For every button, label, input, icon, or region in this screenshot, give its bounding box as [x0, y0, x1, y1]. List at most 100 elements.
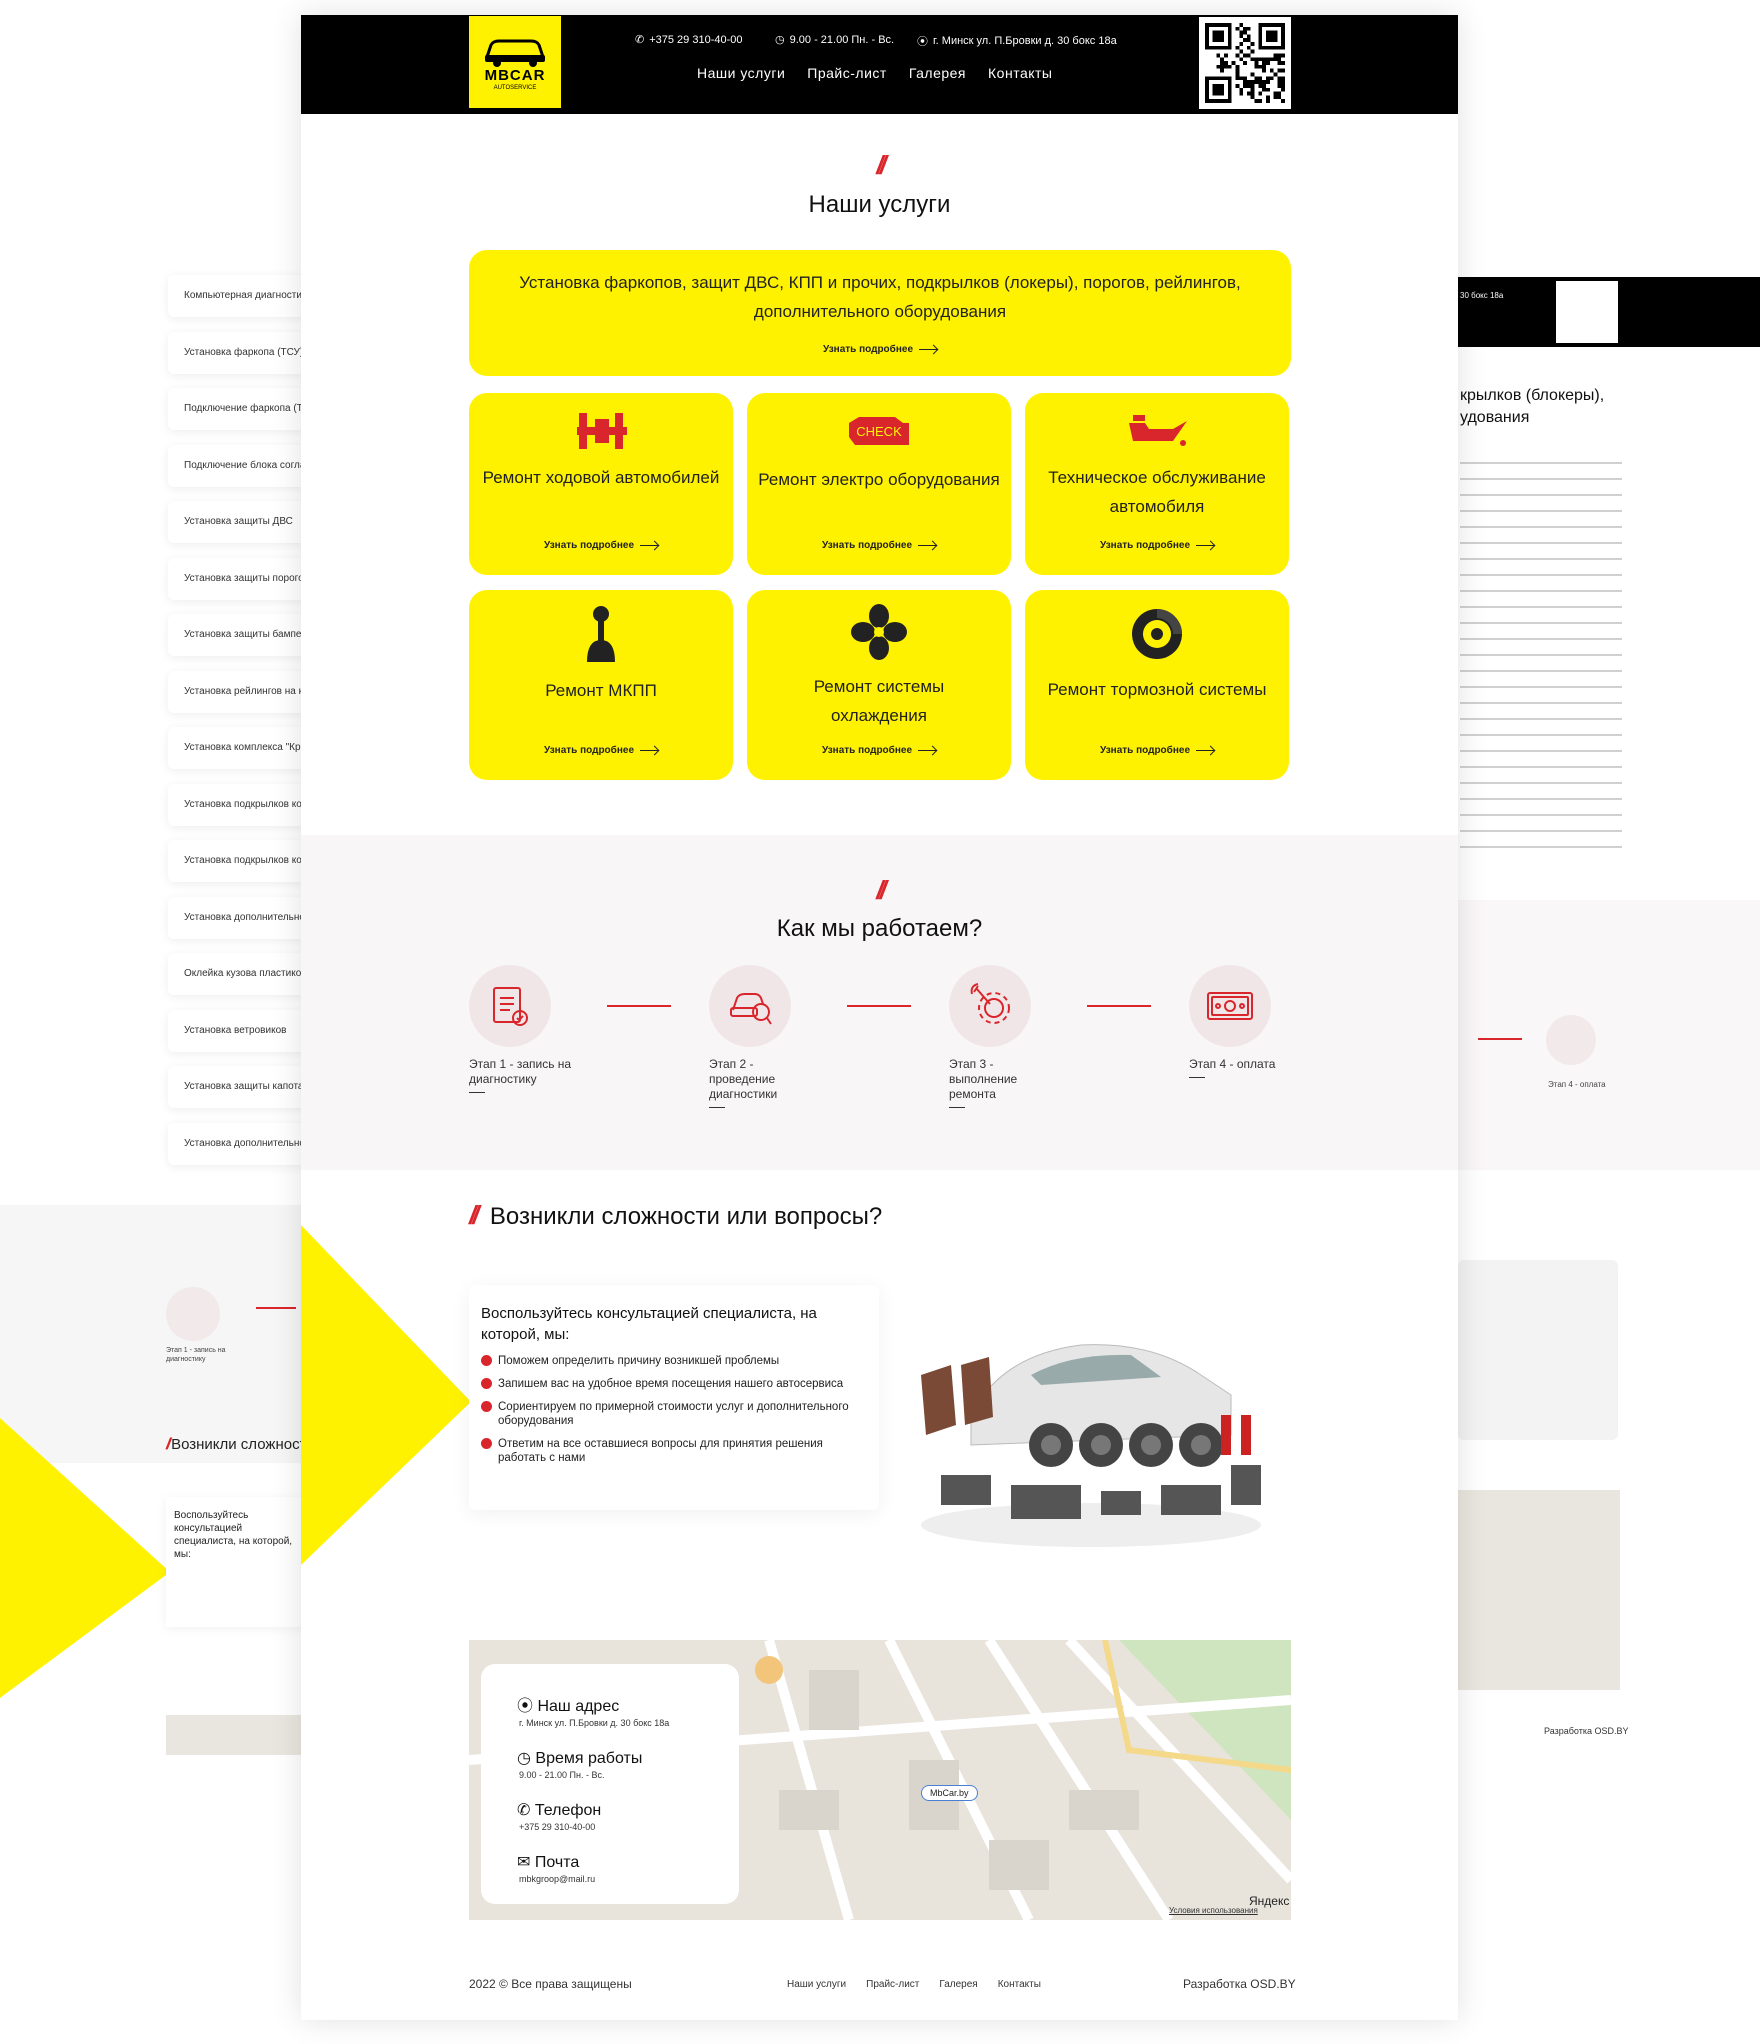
clock-icon: ◷: [517, 1750, 536, 1767]
left-mockup-service-item: Установка подкрылков колёс: [168, 840, 305, 882]
arrow-right-icon: [919, 348, 938, 351]
service-card-electric[interactable]: CHECK Ремонт электро оборудования Узнать…: [747, 393, 1011, 575]
step-underline: [469, 1092, 485, 1093]
process-title: Как мы работаем?: [776, 915, 983, 942]
contacts-map[interactable]: MbCar.by Яндекс Условия использования ⦿ …: [469, 1640, 1291, 1920]
qr-code-icon: [1205, 23, 1285, 103]
right-map: [1458, 1490, 1620, 1690]
service-more-link[interactable]: Узнать подробнее: [747, 745, 1011, 756]
questions-slash: //: [469, 1200, 480, 1230]
step-icon-circle: [709, 965, 791, 1047]
arrow-right-icon: [640, 749, 659, 752]
consult-item: Поможем определить причину возникшей про…: [481, 1354, 867, 1368]
address-heading: ⦿ Наш адрес: [517, 1698, 620, 1715]
process-slash: //: [876, 875, 887, 905]
consult-list: Поможем определить причину возникшей про…: [481, 1354, 867, 1465]
service-card-title: Ремонт МКПП: [545, 681, 657, 700]
arrow-right-icon: [918, 749, 937, 752]
yellow-triangle-decor: [301, 1225, 471, 1565]
right-text-lines: [1460, 450, 1622, 860]
service-card-brakes[interactable]: Ремонт тормозной системы Узнать подробне…: [1025, 590, 1289, 780]
phone-icon: ✆: [635, 34, 645, 46]
arrow-right-icon: [1196, 749, 1215, 752]
main-page: MBCAR AUTOSERVICE ✆ +375 29 310-40-00 ◷ 9.…: [301, 15, 1458, 2020]
site-header: MBCAR AUTOSERVICE ✆ +375 29 310-40-00 ◷ 9.…: [301, 15, 1458, 114]
footer-copyright: 2022 © Все права защищены: [469, 1977, 632, 1991]
hours-value: 9.00 - 21.00 Пн. - Вс.: [519, 1770, 605, 1780]
arrow-right-icon: [640, 544, 659, 547]
nav-price[interactable]: Прайс-лист: [807, 65, 887, 81]
document-icon: [493, 987, 528, 1026]
left-mockup-service-item: Установка подкрылков колёс: [168, 783, 305, 826]
questions-heading: // Возникли сложности или вопросы?: [469, 1200, 882, 1231]
phone-value[interactable]: +375 29 310-40-00: [519, 1822, 739, 1832]
service-card-title: Ремонт тормозной системы: [1047, 680, 1267, 699]
oil-can-icon: [1129, 415, 1187, 446]
consult-item: Запишем вас на удобное время посещения н…: [481, 1377, 867, 1391]
service-card-maintenance[interactable]: Техническое обслуживание автомобиля Узна…: [1025, 393, 1289, 575]
left-mockup-service-item: Установка комплекса "Кросс": [168, 727, 305, 769]
service-more-link[interactable]: Узнать подробнее: [1025, 540, 1289, 551]
right-step-label: Этап 4 - оплата: [1548, 1080, 1606, 1089]
site-logo[interactable]: MBCAR AUTOSERVICE: [469, 16, 561, 108]
services-slash: //: [876, 150, 887, 180]
step-underline: [949, 1107, 965, 1108]
step-label: Этап 1 - запись на диагностику: [469, 1057, 572, 1086]
right-heading: крылков (блокеры), удования: [1460, 387, 1605, 426]
brake-disc-icon: [1132, 609, 1182, 659]
map-terms-link[interactable]: Условия использования: [1169, 1906, 1258, 1915]
footer-nav-gallery[interactable]: Галерея: [939, 1979, 977, 1990]
service-card-title: Ремонт системы охлаждения: [813, 677, 945, 725]
left-mockup-service-item: Установка дополнительного: [168, 1122, 305, 1165]
nav-gallery[interactable]: Галерея: [909, 65, 966, 81]
nav-contacts[interactable]: Контакты: [988, 65, 1052, 81]
process-step-1: Этап 1 - запись на диагностику: [469, 965, 579, 1093]
right-header-strip: 30 бокс 18а: [1458, 277, 1760, 347]
left-step-circle: [166, 1287, 220, 1341]
left-step-label: Этап 1 - запись на диагностику: [166, 1347, 226, 1363]
map-pin-label[interactable]: MbCar.by: [921, 1785, 978, 1801]
arrow-right-icon: [918, 544, 937, 547]
footer-developer[interactable]: Разработка OSD.BY: [1183, 1977, 1296, 1991]
logo-brand-text: MBCAR: [484, 67, 546, 84]
right-car-image: [1458, 1260, 1618, 1440]
left-mockup-service-item: Установка фаркопа (ТСУ): [168, 331, 305, 374]
mail-value[interactable]: mbkgroop@mail.ru: [519, 1874, 739, 1884]
left-mockup-service-item: Установка защиты порогов: [168, 557, 305, 600]
phone-icon: ✆: [517, 1802, 535, 1819]
service-more-link[interactable]: Узнать подробнее: [469, 745, 733, 756]
service-more-link[interactable]: Узнать подробнее: [747, 540, 1011, 551]
gear-shift-icon: [587, 606, 615, 662]
left-mockup-service-item: Установка дополнительного: [168, 896, 305, 939]
service-more-link[interactable]: Узнать подробнее: [469, 540, 733, 551]
qr-code: [1199, 17, 1291, 109]
left-map-strip: [166, 1715, 305, 1755]
nav-services[interactable]: Наши услуги: [697, 65, 785, 81]
header-nav: Наши услуги Прайс-лист Галерея Контакты: [697, 65, 1053, 81]
header-address: ⦿ г. Минск ул. П.Бровки д. 30 бокс 18а: [917, 33, 1117, 49]
header-phone[interactable]: ✆ +375 29 310-40-00: [635, 33, 743, 47]
background-right-mockup: 30 бокс 18а крылков (блокеры), удования …: [1458, 0, 1760, 2044]
service-card-wide[interactable]: Установка фаркопов, защит ДВС, КПП и про…: [469, 250, 1291, 376]
footer-nav-price[interactable]: Прайс-лист: [866, 1979, 919, 1990]
left-mockup-service-item: Подключение фаркопа (ТСУ): [168, 388, 305, 430]
footer-nav-contacts[interactable]: Контакты: [998, 1979, 1041, 1990]
pin-icon: ⦿: [917, 36, 928, 48]
service-more-link[interactable]: Узнать подробнее: [1025, 745, 1289, 756]
header-hours-text: 9.00 - 21.00 Пн. - Вс.: [789, 33, 895, 46]
service-more-link[interactable]: Узнать подробнее: [469, 344, 1291, 355]
left-mockup-service-item: Установка рейлингов на крышу: [168, 670, 305, 713]
footer-nav-services[interactable]: Наши услуги: [787, 1979, 846, 1990]
step-label: Этап 2 - проведение диагностики: [709, 1057, 778, 1101]
service-card-wide-title: Установка фаркопов, защит ДВС, КПП и про…: [519, 273, 1241, 321]
left-mockup-band: [0, 1205, 305, 1463]
service-card-gearbox[interactable]: Ремонт МКПП Узнать подробнее: [469, 590, 733, 780]
step-label: Этап 4 - оплата: [1189, 1057, 1276, 1071]
services-title: Наши услуги: [808, 191, 951, 218]
left-mockup-service-item: Оклейка кузова пластиком: [168, 953, 305, 995]
service-card-cooling[interactable]: Ремонт системы охлаждения Узнать подробн…: [747, 590, 1011, 780]
service-card-suspension[interactable]: Ремонт ходовой автомобилей Узнать подроб…: [469, 393, 733, 575]
mail-icon: ✉: [517, 1854, 535, 1871]
step-icon-circle: [469, 965, 551, 1047]
check-engine-icon: CHECK: [849, 417, 909, 445]
